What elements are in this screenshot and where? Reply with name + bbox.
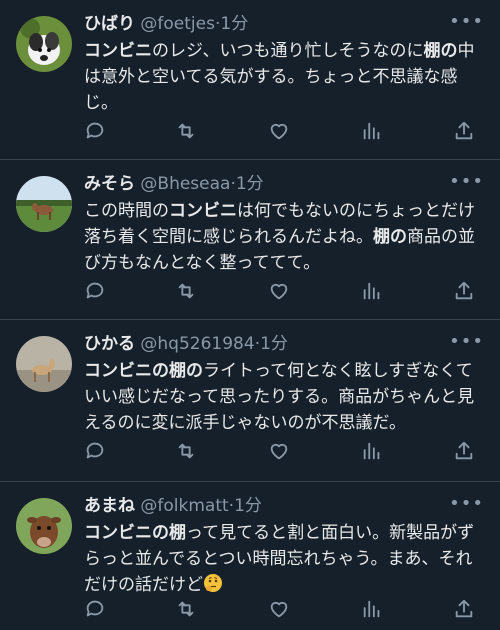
retweet-icon[interactable]: [175, 280, 197, 302]
more-options-icon[interactable]: •••: [449, 172, 484, 192]
tweet-header: ひばり @foetjes·1分: [84, 12, 460, 36]
text-segment: 棚: [169, 523, 186, 543]
timeline-feed: ひばり @foetjes·1分 ••• コンビニのレジ、いつも通り忙しそうなのに…: [0, 0, 500, 630]
action-bar: [84, 598, 484, 624]
text-segment: コンビニの: [84, 523, 169, 543]
like-icon[interactable]: [268, 598, 290, 620]
reply-icon[interactable]: [84, 440, 106, 462]
action-bar: [84, 120, 484, 146]
retweet-icon[interactable]: [175, 598, 197, 620]
timestamp[interactable]: 1分: [220, 14, 248, 34]
tweet[interactable]: あまね @folkmatt·1分 ••• コンビニの棚って見てると割と面白い。新…: [0, 482, 500, 630]
views-icon[interactable]: [361, 598, 383, 620]
tweet-header: ひかる @hq5261984·1分: [84, 332, 460, 356]
timestamp[interactable]: 1分: [234, 496, 262, 516]
text-segment: コンビニ: [84, 41, 152, 61]
timestamp[interactable]: 1分: [260, 334, 288, 354]
horse-avatar-icon: [16, 176, 72, 232]
user-handle[interactable]: @Bheseaa: [140, 174, 230, 194]
user-handle[interactable]: @folkmatt: [140, 496, 228, 516]
like-icon[interactable]: [268, 440, 290, 462]
action-bar: [84, 280, 484, 306]
timestamp[interactable]: 1分: [236, 174, 264, 194]
tweet-text: コンビニの棚って見てると割と面白い。新製品がずらっと並んでるとつい時間忘れちゃう…: [84, 520, 484, 598]
dog-avatar-icon: [16, 16, 72, 72]
avatar[interactable]: [16, 336, 72, 392]
share-icon[interactable]: [453, 120, 475, 142]
text-segment: 棚の: [423, 41, 458, 61]
reply-icon[interactable]: [84, 120, 106, 142]
text-segment: 棚の: [169, 361, 203, 381]
user-handle[interactable]: @foetjes: [140, 14, 215, 34]
retweet-icon[interactable]: [175, 440, 197, 462]
share-icon[interactable]: [453, 280, 475, 302]
tweet[interactable]: ひかる @hq5261984·1分 ••• コンビニの棚のライトって何となく眩し…: [0, 320, 500, 482]
tweet-text: コンビニの棚のライトって何となく眩しすぎなくていい感じだなって思ったりする。商品…: [84, 358, 484, 436]
user-handle[interactable]: @hq5261984: [140, 334, 254, 354]
reply-icon[interactable]: [84, 280, 106, 302]
retweet-icon[interactable]: [175, 120, 197, 142]
display-name[interactable]: あまね: [84, 496, 135, 516]
text-segment: 商品の: [407, 227, 458, 247]
tweet-header: あまね @folkmatt·1分: [84, 494, 460, 518]
display-name[interactable]: ひかる: [84, 334, 135, 354]
text-segment: のレジ、いつも通り忙しそうなのに: [152, 41, 424, 61]
share-icon[interactable]: [453, 598, 475, 620]
views-icon[interactable]: [361, 120, 383, 142]
avatar[interactable]: [16, 176, 72, 232]
display-name[interactable]: ひばり: [84, 14, 135, 34]
cow-avatar-icon: [16, 498, 72, 554]
avatar[interactable]: [16, 16, 72, 72]
display-name[interactable]: みそら: [84, 174, 135, 194]
more-options-icon[interactable]: •••: [449, 332, 484, 352]
action-bar: [84, 440, 484, 466]
views-icon[interactable]: [361, 280, 383, 302]
text-segment: この時間の: [84, 201, 169, 221]
more-options-icon[interactable]: •••: [449, 494, 484, 514]
tweet-text: コンビニのレジ、いつも通り忙しそうなのに棚の中は意外と空いてる気がする。ちょっと…: [84, 38, 484, 116]
thinking-face-emoji: [204, 574, 222, 592]
text-segment: コンビニ: [169, 201, 237, 221]
like-icon[interactable]: [268, 120, 290, 142]
views-icon[interactable]: [361, 440, 383, 462]
like-icon[interactable]: [268, 280, 290, 302]
reply-icon[interactable]: [84, 598, 106, 620]
avatar[interactable]: [16, 498, 72, 554]
text-segment: 棚の: [373, 227, 407, 247]
tweet[interactable]: みそら @Bheseaa·1分 ••• この時間のコンビニは何でもないのにちょっ…: [0, 160, 500, 320]
tweet-header: みそら @Bheseaa·1分: [84, 172, 460, 196]
tweet-text: この時間のコンビニは何でもないのにちょっとだけ落ち着く空間に感じられるんだよね。…: [84, 198, 484, 276]
share-icon[interactable]: [453, 440, 475, 462]
tweet[interactable]: ひばり @foetjes·1分 ••• コンビニのレジ、いつも通り忙しそうなのに…: [0, 0, 500, 160]
deer-avatar-icon: [16, 336, 72, 392]
text-segment: 話: [135, 575, 152, 595]
text-segment: コンビニの: [84, 361, 169, 381]
more-options-icon[interactable]: •••: [449, 12, 484, 32]
text-segment: だけど: [152, 575, 203, 595]
